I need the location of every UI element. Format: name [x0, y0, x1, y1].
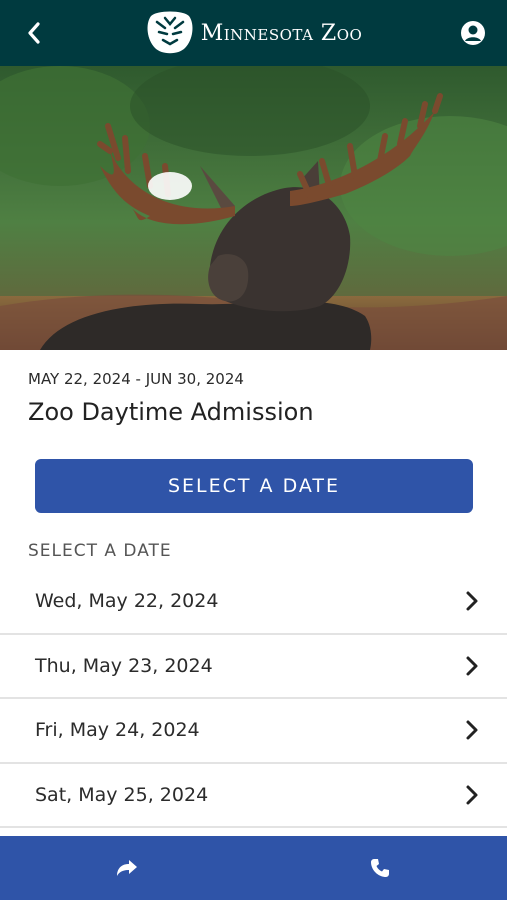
date-item[interactable]: Thu, May 23, 2024: [0, 635, 507, 699]
account-button[interactable]: [457, 17, 489, 49]
bottom-action-bar: [0, 836, 507, 900]
date-item[interactable]: Sat, May 25, 2024: [0, 764, 507, 828]
dates-section-label: SELECT A DATE: [28, 541, 172, 561]
user-circle-icon: [461, 21, 485, 45]
chevron-right-icon: [466, 591, 478, 611]
top-app-bar: Minnesota Zoo: [0, 0, 507, 66]
share-button[interactable]: [111, 852, 143, 884]
date-item-label: Sat, May 25, 2024: [35, 783, 209, 806]
chevron-right-icon: [466, 785, 478, 805]
tiger-logo-icon: [147, 11, 193, 54]
share-icon: [116, 860, 137, 876]
chevron-left-icon: [28, 22, 40, 44]
zoo-logo: Minnesota Zoo: [145, 10, 363, 56]
logo-text: Minnesota Zoo: [200, 20, 363, 46]
date-item-label: Fri, May 24, 2024: [35, 719, 200, 742]
select-a-date-button[interactable]: SELECT A DATE: [35, 459, 473, 513]
chevron-right-icon: [466, 720, 478, 740]
chevron-right-icon: [466, 656, 478, 676]
hero-image: [0, 66, 507, 350]
date-list: Wed, May 22, 2024 Thu, May 23, 2024 Fri,…: [0, 570, 507, 828]
event-date-range: MAY 22, 2024 - JUN 30, 2024: [28, 370, 244, 388]
back-button[interactable]: [18, 17, 50, 49]
call-button[interactable]: [364, 852, 396, 884]
phone-icon: [371, 859, 390, 877]
date-item[interactable]: Fri, May 24, 2024: [0, 699, 507, 764]
moose-photo: [0, 66, 507, 350]
date-item-label: Thu, May 23, 2024: [35, 654, 213, 677]
event-title: Zoo Daytime Admission: [28, 398, 314, 426]
date-item-label: Wed, May 22, 2024: [35, 590, 219, 613]
date-item[interactable]: Wed, May 22, 2024: [0, 570, 507, 635]
